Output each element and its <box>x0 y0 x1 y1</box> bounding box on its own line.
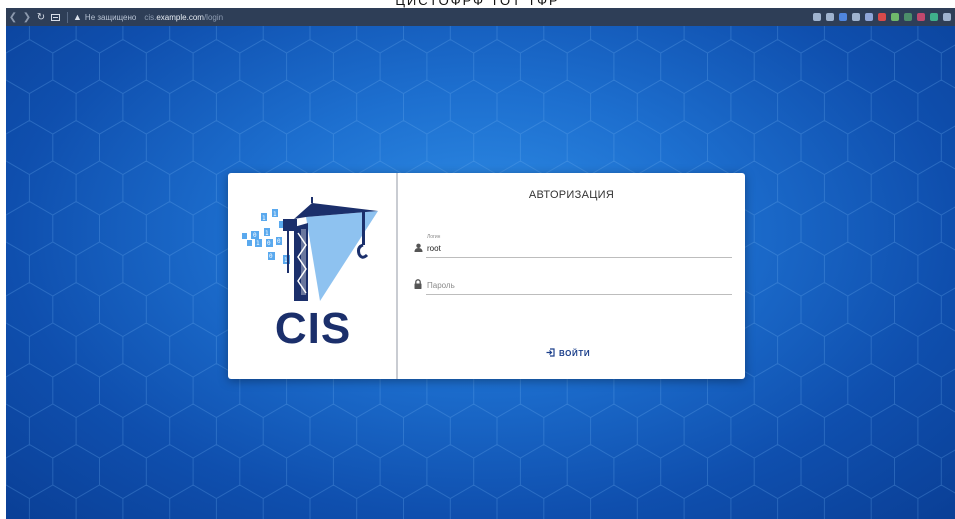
extension-icon[interactable] <box>826 13 834 21</box>
logo-pane: 110 110 001 CIS <box>228 173 398 379</box>
login-form: АВТОРИЗАЦИЯ Логин root Пароль ВОЙТИ <box>398 173 745 379</box>
password-field-underline <box>426 294 732 295</box>
forward-icon[interactable]: ❯ <box>20 8 34 26</box>
svg-text:0: 0 <box>253 232 257 239</box>
security-warning-label: Не защищено <box>84 12 137 22</box>
svg-text:1: 1 <box>262 215 266 222</box>
extension-icon[interactable] <box>852 13 860 21</box>
svg-text:0: 0 <box>277 238 281 245</box>
crane-icon <box>283 197 378 301</box>
password-field-placeholder: Пароль <box>427 281 455 290</box>
extension-icon[interactable] <box>904 13 912 21</box>
page-title-partial: ЦИСТОФРФ ТОТ ТФР <box>395 0 560 8</box>
url-path: /login <box>203 12 224 22</box>
svg-text:1: 1 <box>265 230 269 237</box>
cis-logo: 110 11 0 001 CIS <box>242 197 378 353</box>
login-field-underline <box>426 257 732 258</box>
page-background: 110 110 001 CIS АВТОРИЗАЦИЯ Логин root П… <box>6 26 955 519</box>
login-field-label: Логин <box>427 234 441 240</box>
browser-toolbar: ❮ ❯ ↻ ▲ Не защищено cis.example.com/logi… <box>6 8 955 26</box>
page-title-strip: ЦИСТОФРФ ТОТ ТФР <box>0 0 955 8</box>
extension-icon[interactable] <box>930 13 938 21</box>
svg-text:0: 0 <box>269 253 273 260</box>
login-field[interactable]: Логин root <box>412 234 732 258</box>
login-field-value[interactable]: root <box>427 244 441 253</box>
address-bar[interactable]: cis.example.com/login <box>144 13 223 22</box>
login-icon <box>546 347 555 359</box>
extension-icon[interactable] <box>839 13 847 21</box>
extension-icon[interactable] <box>891 13 899 21</box>
url-host: example.com <box>156 12 204 22</box>
extension-icon[interactable] <box>917 13 925 21</box>
extension-icon[interactable] <box>813 13 821 21</box>
login-card: 110 110 001 CIS АВТОРИЗАЦИЯ Логин root П… <box>228 173 745 379</box>
svg-text:1: 1 <box>273 211 277 218</box>
svg-text:0: 0 <box>267 240 271 247</box>
extension-icon[interactable] <box>865 13 873 21</box>
toolbar-separator <box>67 11 68 23</box>
reload-icon[interactable]: ↻ <box>34 8 48 26</box>
password-field[interactable]: Пароль <box>412 271 732 295</box>
warning-icon: ▲ <box>73 12 82 22</box>
svg-text:1: 1 <box>256 240 260 247</box>
login-button-label: ВОЙТИ <box>559 348 591 358</box>
extension-icon[interactable] <box>878 13 886 21</box>
extensions-area <box>813 10 951 24</box>
user-icon <box>412 241 424 253</box>
extension-icon[interactable] <box>943 13 951 21</box>
form-title: АВТОРИЗАЦИЯ <box>528 189 615 201</box>
back-icon[interactable]: ❮ <box>6 8 20 26</box>
url-prefix: cis. <box>144 12 157 22</box>
lock-icon <box>412 278 424 290</box>
logo-text: CIS <box>275 304 351 353</box>
login-button[interactable]: ВОЙТИ <box>546 346 590 360</box>
tab-overview-icon[interactable] <box>48 8 62 26</box>
security-warning[interactable]: ▲ Не защищено <box>73 12 136 22</box>
